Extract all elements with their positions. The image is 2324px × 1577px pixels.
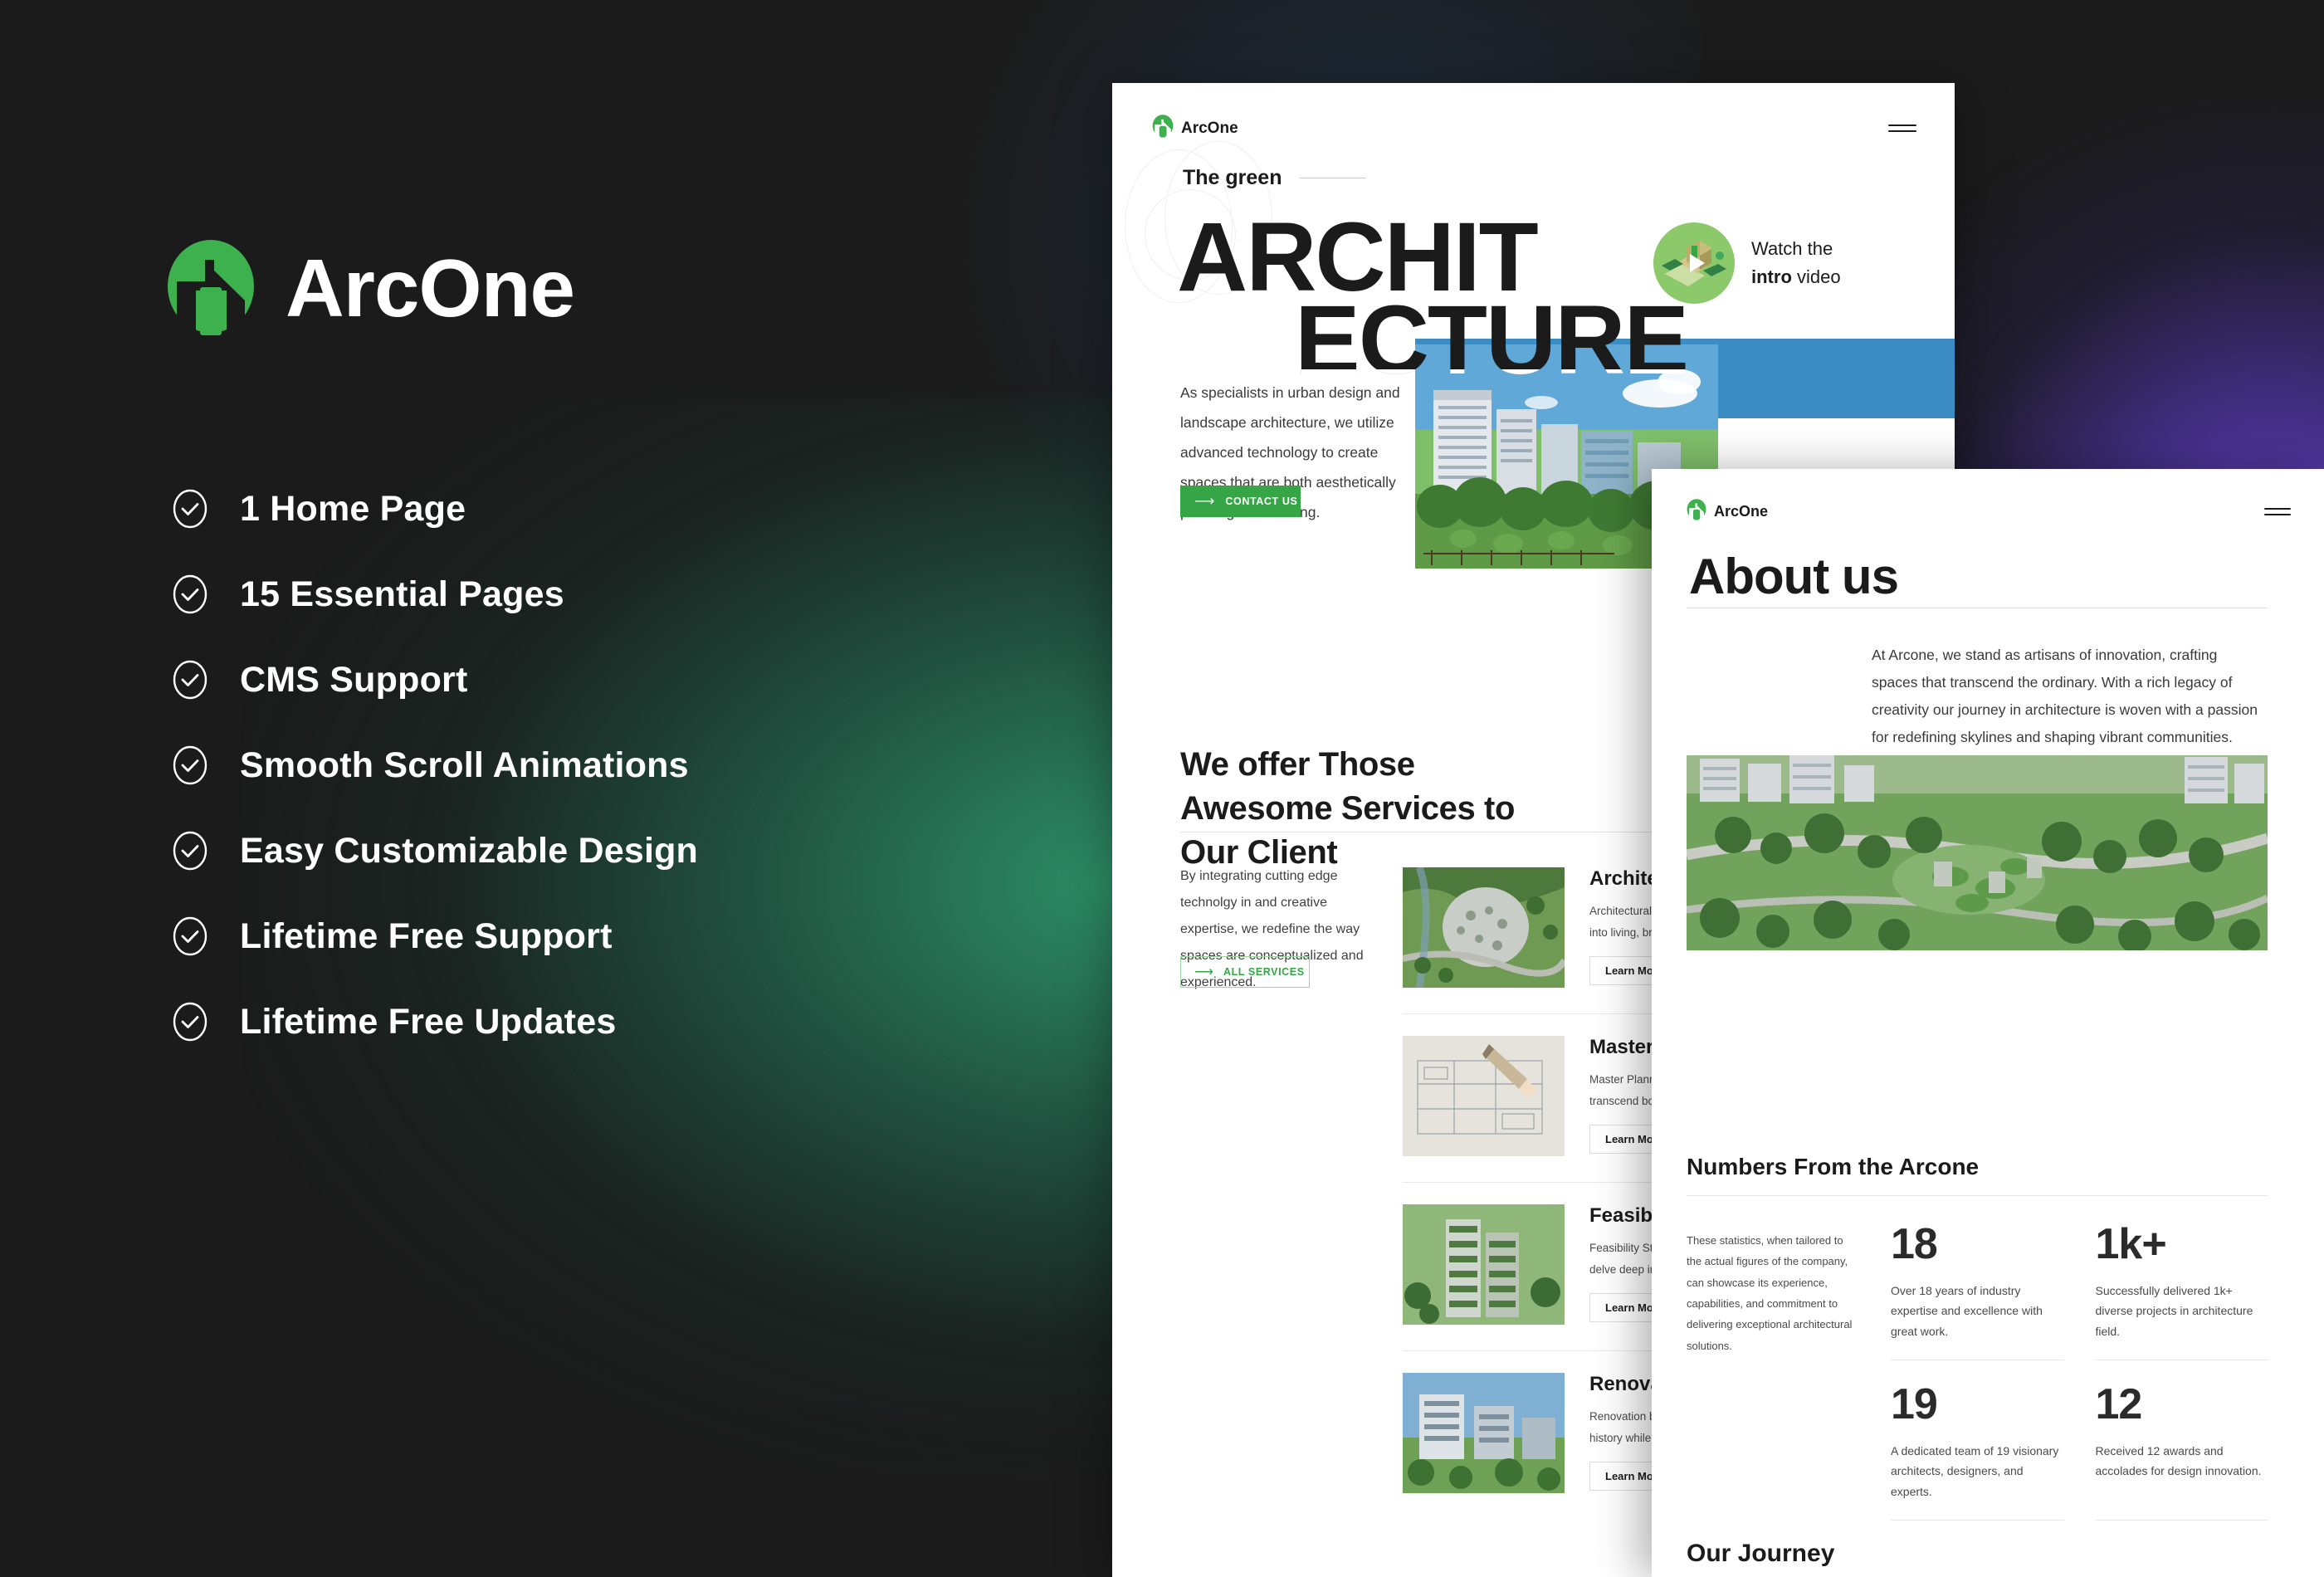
stat-value: 18	[1891, 1220, 1938, 1268]
feature-list: 1 Home Page 15 Essential Pages CMS Suppo…	[170, 488, 698, 1042]
feature-label: Smooth Scroll Animations	[240, 745, 689, 785]
hero-eyebrow: The green	[1183, 166, 1367, 190]
hamburger-menu-icon[interactable]	[2264, 505, 2291, 519]
stats-grid: 18 Over 18 years of industry expertise a…	[1891, 1222, 2268, 1542]
arrow-right-icon: ⟶	[1194, 965, 1213, 979]
stat-card: 1k+ Successfully delivered 1k+ diverse p…	[2095, 1220, 2268, 1361]
check-circle-icon	[170, 1002, 210, 1042]
feature-label: 1 Home Page	[240, 488, 466, 529]
stat-value: 1k+	[2095, 1220, 2167, 1268]
check-circle-icon	[170, 574, 210, 614]
feature-item: 15 Essential Pages	[170, 574, 698, 615]
feature-label: Lifetime Free Updates	[240, 1001, 617, 1042]
stat-value: 19	[1891, 1380, 1938, 1429]
service-thumbnail-renovation	[1403, 1373, 1565, 1497]
our-journey-title: Our Journey	[1687, 1540, 1835, 1567]
numbers-divider	[1687, 1195, 2268, 1196]
arcone-house-logo-icon	[1687, 499, 1706, 525]
brand-lockup: ArcOne	[166, 239, 575, 337]
check-circle-icon	[170, 916, 210, 956]
all-services-button[interactable]: ⟶ ALL SERVICES	[1180, 956, 1310, 988]
stat-desc: Over 18 years of industry expertise and …	[1891, 1283, 2043, 1338]
promo-panel: ArcOne 1 Home Page 15 Essential Pages CM…	[0, 0, 1112, 1577]
feature-item: 1 Home Page	[170, 488, 698, 530]
mockup-home-logo[interactable]: ArcOne	[1152, 115, 1238, 142]
feature-item: Smooth Scroll Animations	[170, 745, 698, 786]
stat-desc: Successfully delivered 1k+ diverse proje…	[2095, 1283, 2253, 1338]
brand-name: ArcOne	[286, 242, 575, 334]
feature-item: CMS Support	[170, 659, 698, 701]
feature-label: CMS Support	[240, 659, 468, 700]
feature-item: Lifetime Free Support	[170, 915, 698, 957]
services-title: We offer Those Awesome Services to Our C…	[1180, 746, 1515, 871]
check-circle-icon	[170, 489, 210, 529]
watch-rest: video	[1791, 266, 1841, 287]
arrow-right-icon: ⟶	[1194, 493, 1215, 509]
feature-label: 15 Essential Pages	[240, 574, 564, 614]
check-circle-icon	[170, 745, 210, 785]
hamburger-menu-icon[interactable]	[1888, 121, 1916, 136]
service-thumbnail-aerial	[1402, 866, 1568, 992]
about-aerial-park-image	[1687, 755, 2268, 950]
watch-bold: intro	[1751, 266, 1792, 287]
about-page-title: About us	[1689, 549, 1899, 604]
feature-item: Easy Customizable Design	[170, 830, 698, 872]
hero-eyebrow-text: The green	[1183, 166, 1282, 189]
stat-card: 12 Received 12 awards and accolades for …	[2095, 1380, 2268, 1521]
arcone-house-logo-icon	[166, 239, 256, 337]
service-thumbnail-blueprint	[1403, 1036, 1565, 1160]
mockup-about-header: ArcOne	[1652, 469, 2324, 525]
stat-desc: Received 12 awards and accolades for des…	[2095, 1443, 2262, 1478]
watch-intro-video-label: Watch the intro video	[1751, 235, 1841, 291]
feature-item: Lifetime Free Updates	[170, 1001, 698, 1042]
mockup-about-logo[interactable]: ArcOne	[1687, 499, 1768, 525]
about-paragraph: At Arcone, we stand as artisans of innov…	[1872, 647, 2258, 745]
watch-line-1: Watch the	[1751, 237, 1833, 259]
service-thumbnail-greenbuilding	[1403, 1204, 1565, 1329]
numbers-section-title: Numbers From the Arcone	[1687, 1154, 1980, 1179]
all-services-label: ALL SERVICES	[1223, 966, 1305, 978]
check-circle-icon	[170, 831, 210, 871]
stat-desc: A dedicated team of 19 visionary archite…	[1891, 1443, 2059, 1498]
contact-us-label: CONTACT US	[1225, 496, 1298, 507]
stat-value: 12	[2095, 1380, 2143, 1429]
numbers-paragraph: These statistics, when tailored to the a…	[1687, 1234, 1853, 1352]
mockup-about-logo-text: ArcOne	[1714, 503, 1769, 520]
stat-card: 18 Over 18 years of industry expertise a…	[1891, 1220, 2064, 1361]
contact-us-button[interactable]: ⟶ CONTACT US	[1180, 486, 1301, 517]
feature-label: Easy Customizable Design	[240, 830, 699, 871]
feature-label: Lifetime Free Support	[240, 915, 613, 956]
mockup-home-header: ArcOne	[1112, 83, 1955, 142]
mockup-home-logo-text: ArcOne	[1181, 119, 1238, 137]
stat-card: 19 A dedicated team of 19 visionary arch…	[1891, 1382, 2064, 1521]
arcone-house-logo-icon	[1152, 115, 1174, 142]
check-circle-icon	[170, 660, 210, 700]
